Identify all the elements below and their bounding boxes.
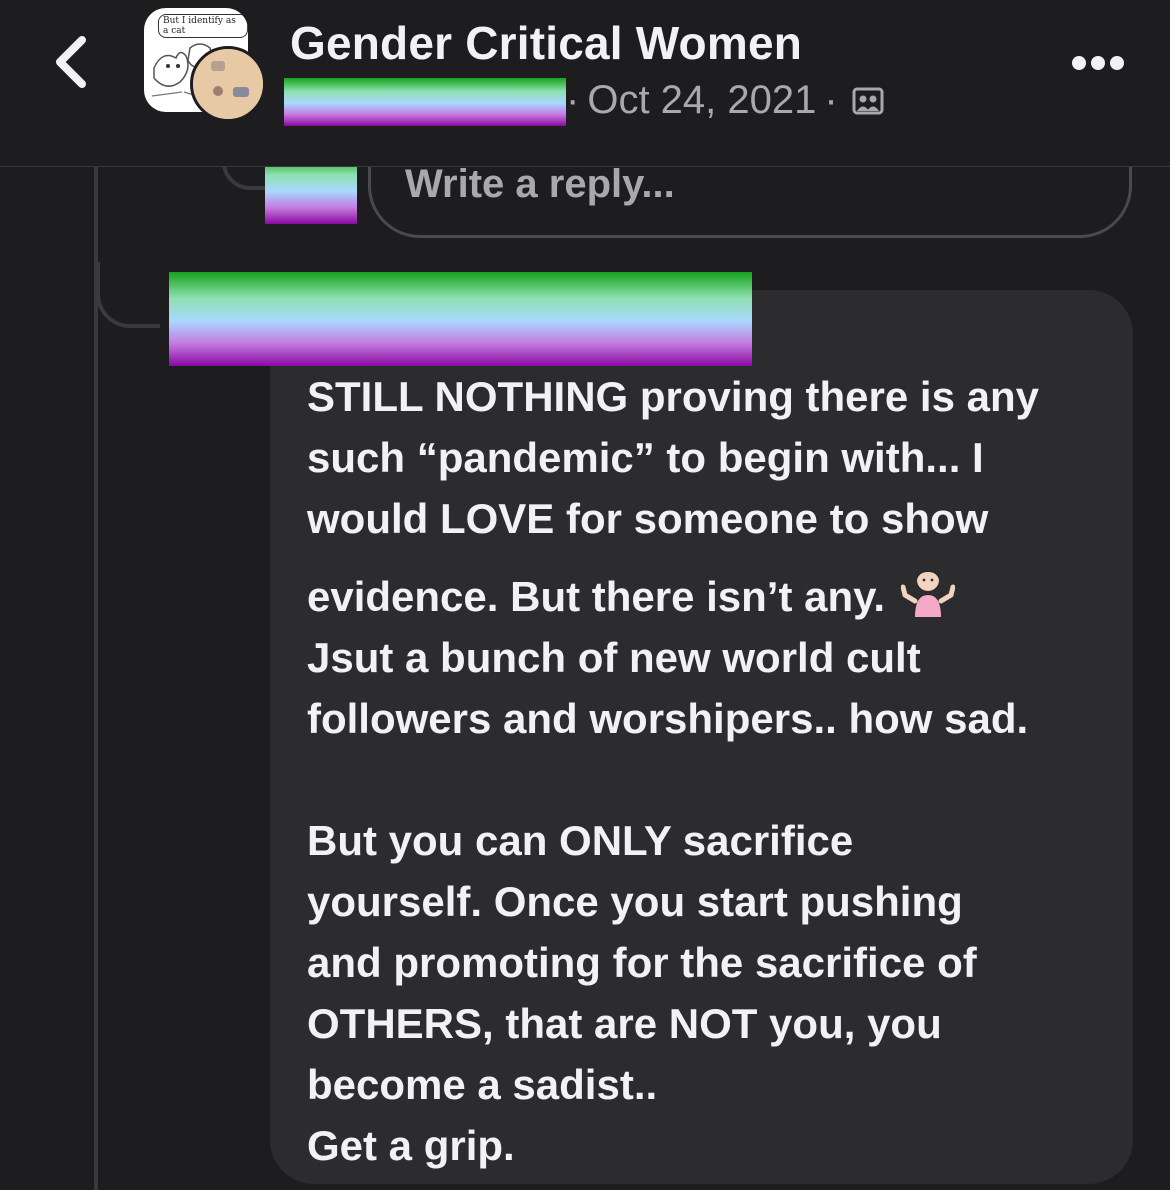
comment-line: become a sadist..	[307, 1061, 658, 1108]
comment-connector	[96, 262, 160, 328]
comment-line-with-emoji: evidence. But there isn’t any.	[307, 565, 1107, 627]
comment-line: and promoting for the sacrifice of	[307, 939, 977, 986]
more-horizontal-icon	[1072, 56, 1124, 70]
comment-line: followers and worshipers.. how sad.	[307, 695, 1029, 742]
author-avatar[interactable]	[190, 46, 266, 122]
post-meta: · Oct 24, 2021 ·	[566, 78, 884, 123]
thread-line	[94, 166, 98, 1190]
chevron-left-icon	[56, 36, 86, 88]
comment-line: would LOVE for someone to show	[307, 495, 989, 542]
comment-line: such “pandemic” to begin with... I	[307, 434, 984, 481]
comment-line: STILL NOTHING proving there is any	[307, 373, 1039, 420]
comment-line: But you can ONLY sacrifice	[307, 817, 854, 864]
comment-text: STILL NOTHING proving there is any such …	[307, 366, 1107, 1176]
group-name[interactable]: Gender Critical Women	[290, 16, 802, 70]
comment-line: evidence. But there isn’t any.	[307, 573, 886, 620]
redacted-author-name	[284, 78, 566, 126]
post-header: But I identify as a cat Gender Critical …	[0, 0, 1170, 167]
meta-separator: ·	[566, 78, 580, 122]
group-members-icon	[852, 87, 884, 114]
comment-line: Get a grip.	[307, 1122, 515, 1169]
reply-placeholder: Write a reply...	[405, 162, 675, 206]
back-button[interactable]	[44, 30, 104, 94]
post-date[interactable]: Oct 24, 2021	[587, 78, 816, 123]
comment-line: Jsut a bunch of new world cult	[307, 634, 921, 681]
more-options-button[interactable]	[1070, 52, 1126, 74]
redacted-commenter-name	[169, 272, 752, 366]
woman-shrugging-emoji-icon	[900, 566, 955, 617]
meta-separator: ·	[824, 78, 838, 122]
comment-line: OTHERS, that are NOT you, you	[307, 1000, 942, 1047]
author-avatar-image	[193, 49, 263, 119]
comment-line: yourself. Once you start pushing	[307, 878, 963, 925]
